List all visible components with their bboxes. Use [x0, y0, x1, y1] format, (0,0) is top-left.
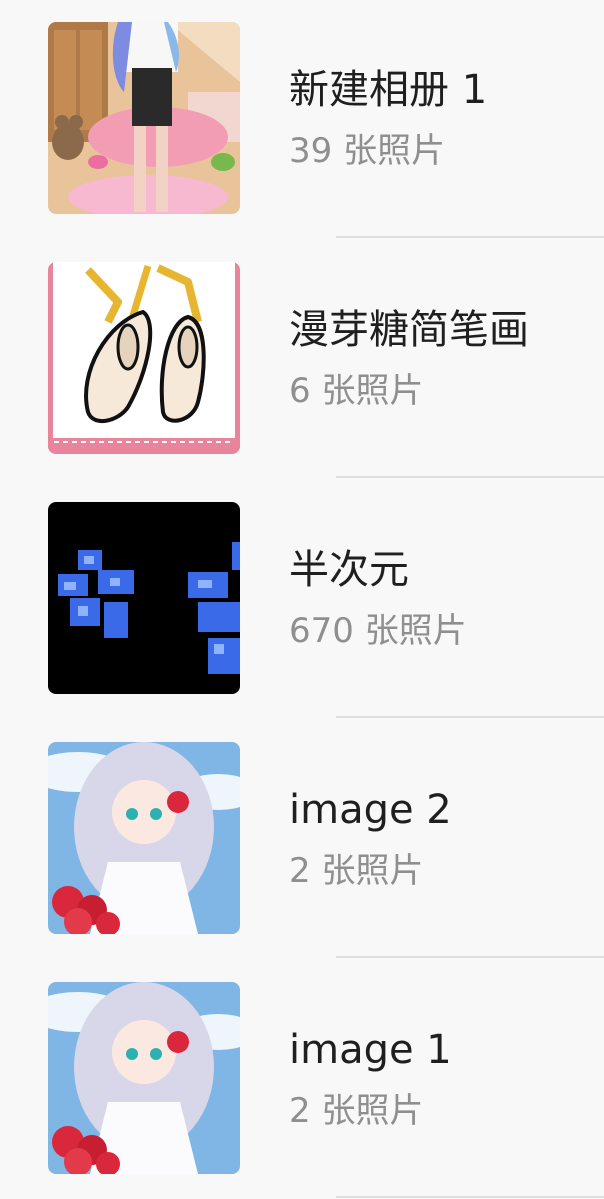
album-title: image 2 — [289, 787, 452, 833]
album-thumbnail[interactable] — [48, 742, 240, 934]
album-photo-count: 39 张照片 — [289, 131, 446, 171]
anime-bride-roses-image — [48, 742, 240, 934]
blue-pixel-flowers-image — [48, 502, 240, 694]
album-thumbnail[interactable] — [48, 22, 240, 214]
album-row[interactable]: 新建相册 1 39 张照片 — [0, 0, 604, 240]
album-thumbnail[interactable] — [48, 982, 240, 1174]
album-list: 新建相册 1 39 张照片 漫芽糖简笔画 6 张照片 半次元 670 张照片 i… — [0, 0, 604, 1199]
divider — [336, 1196, 604, 1198]
divider — [336, 236, 604, 238]
album-row[interactable]: image 1 2 张照片 — [0, 960, 604, 1199]
ballet-shoes-drawing-image — [48, 262, 240, 454]
album-photo-count: 670 张照片 — [289, 611, 467, 651]
divider — [336, 476, 604, 478]
album-title: 半次元 — [289, 547, 409, 593]
divider — [336, 716, 604, 718]
anime-bride-roses-image — [48, 982, 240, 1174]
anime-girl-bedroom-image — [48, 22, 240, 214]
album-thumbnail[interactable] — [48, 502, 240, 694]
divider — [336, 956, 604, 958]
album-photo-count: 2 张照片 — [289, 1091, 424, 1131]
album-photo-count: 2 张照片 — [289, 851, 424, 891]
album-thumbnail[interactable] — [48, 262, 240, 454]
album-row[interactable]: image 2 2 张照片 — [0, 720, 604, 960]
album-title: 漫芽糖简笔画 — [289, 307, 529, 353]
album-title: image 1 — [289, 1027, 452, 1073]
album-photo-count: 6 张照片 — [289, 371, 424, 411]
album-row[interactable]: 半次元 670 张照片 — [0, 480, 604, 720]
album-title: 新建相册 1 — [289, 67, 488, 113]
album-row[interactable]: 漫芽糖简笔画 6 张照片 — [0, 240, 604, 480]
